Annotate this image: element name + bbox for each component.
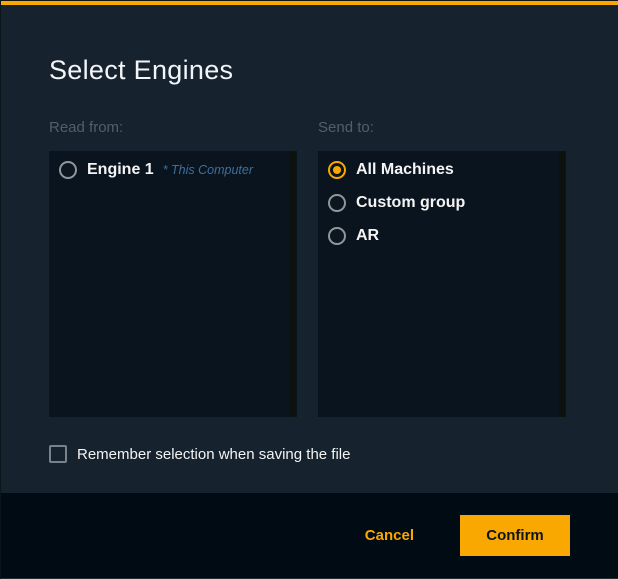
remember-checkbox[interactable] (49, 445, 67, 463)
scrollbar-track[interactable] (559, 151, 565, 417)
radio-option-all-machines[interactable]: All Machines (318, 153, 566, 186)
send-to-label: Send to: (318, 119, 566, 136)
radio-option-label: All Machines (356, 161, 454, 179)
radio-dot (333, 199, 341, 207)
radio-option-label: Engine 1 (87, 161, 154, 179)
radio-option-label: AR (356, 227, 379, 245)
select-engines-dialog: Select Engines Read from: Engine 1 * Thi… (0, 0, 618, 579)
radio-option-engine-1[interactable]: Engine 1 * This Computer (49, 153, 297, 186)
cancel-button[interactable]: Cancel (353, 517, 426, 554)
send-to-panel: All Machines Custom group AR (318, 151, 566, 417)
radio-dot (333, 232, 341, 240)
radio-icon[interactable] (328, 194, 346, 212)
radio-option-ar[interactable]: AR (318, 219, 566, 252)
read-from-column: Read from: Engine 1 * This Computer (49, 119, 297, 417)
radio-option-label: Custom group (356, 194, 465, 212)
page-title: Select Engines (49, 55, 566, 86)
confirm-button[interactable]: Confirm (460, 515, 570, 556)
radio-dot (333, 166, 341, 174)
read-from-panel: Engine 1 * This Computer (49, 151, 297, 417)
radio-option-custom-group[interactable]: Custom group (318, 186, 566, 219)
radio-icon[interactable] (328, 227, 346, 245)
read-from-label: Read from: (49, 119, 297, 136)
radio-icon[interactable] (59, 161, 77, 179)
send-to-column: Send to: All Machines Custom group AR (318, 119, 566, 417)
scrollbar-track[interactable] (290, 151, 296, 417)
radio-icon[interactable] (328, 161, 346, 179)
remember-selection-row[interactable]: Remember selection when saving the file (49, 445, 566, 463)
this-computer-note: * This Computer (163, 163, 253, 177)
remember-checkbox-label: Remember selection when saving the file (77, 446, 350, 463)
dialog-footer: Cancel Confirm (1, 493, 618, 579)
dialog-content: Select Engines Read from: Engine 1 * Thi… (1, 5, 618, 493)
engine-columns: Read from: Engine 1 * This Computer Send… (49, 119, 566, 417)
radio-dot (64, 166, 72, 174)
